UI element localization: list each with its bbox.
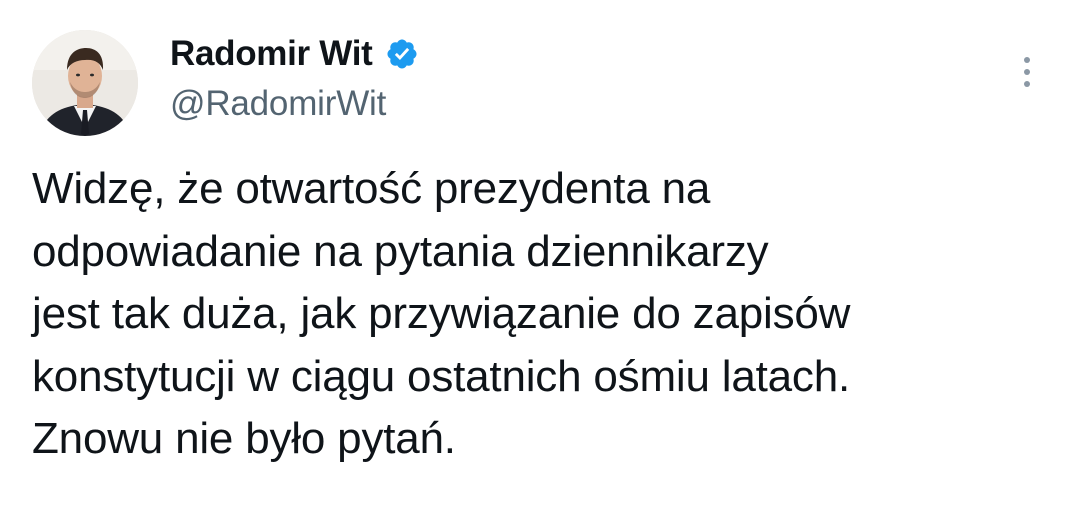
avatar[interactable]: [32, 30, 138, 136]
tweet-text-line: Widzę, że otwartość prezydenta na: [32, 164, 711, 213]
tweet-card: Radomir Wit @RadomirWit Widzę, że otwart…: [0, 0, 1080, 506]
author-handle[interactable]: @RadomirWit: [170, 84, 386, 124]
tweet-text-line: Znowu nie było pytań.: [32, 414, 456, 463]
more-options-icon: [1024, 57, 1030, 87]
author-display-name[interactable]: Radomir Wit: [170, 34, 373, 74]
verified-badge-icon[interactable]: [385, 37, 419, 71]
more-options-button[interactable]: [1012, 52, 1042, 92]
avatar-photo: [32, 30, 138, 136]
tweet-text: Widzę, że otwartość prezydenta na odpowi…: [32, 158, 1052, 471]
author-name-row: Radomir Wit: [170, 32, 419, 76]
tweet-text-line: jest tak duża, jak przywiązanie do zapis…: [32, 289, 851, 338]
tweet-text-line: konstytucji w ciągu ostatnich ośmiu lata…: [32, 351, 851, 401]
tweet-text-line: odpowiadanie na pytania dziennikarzy: [32, 226, 769, 276]
